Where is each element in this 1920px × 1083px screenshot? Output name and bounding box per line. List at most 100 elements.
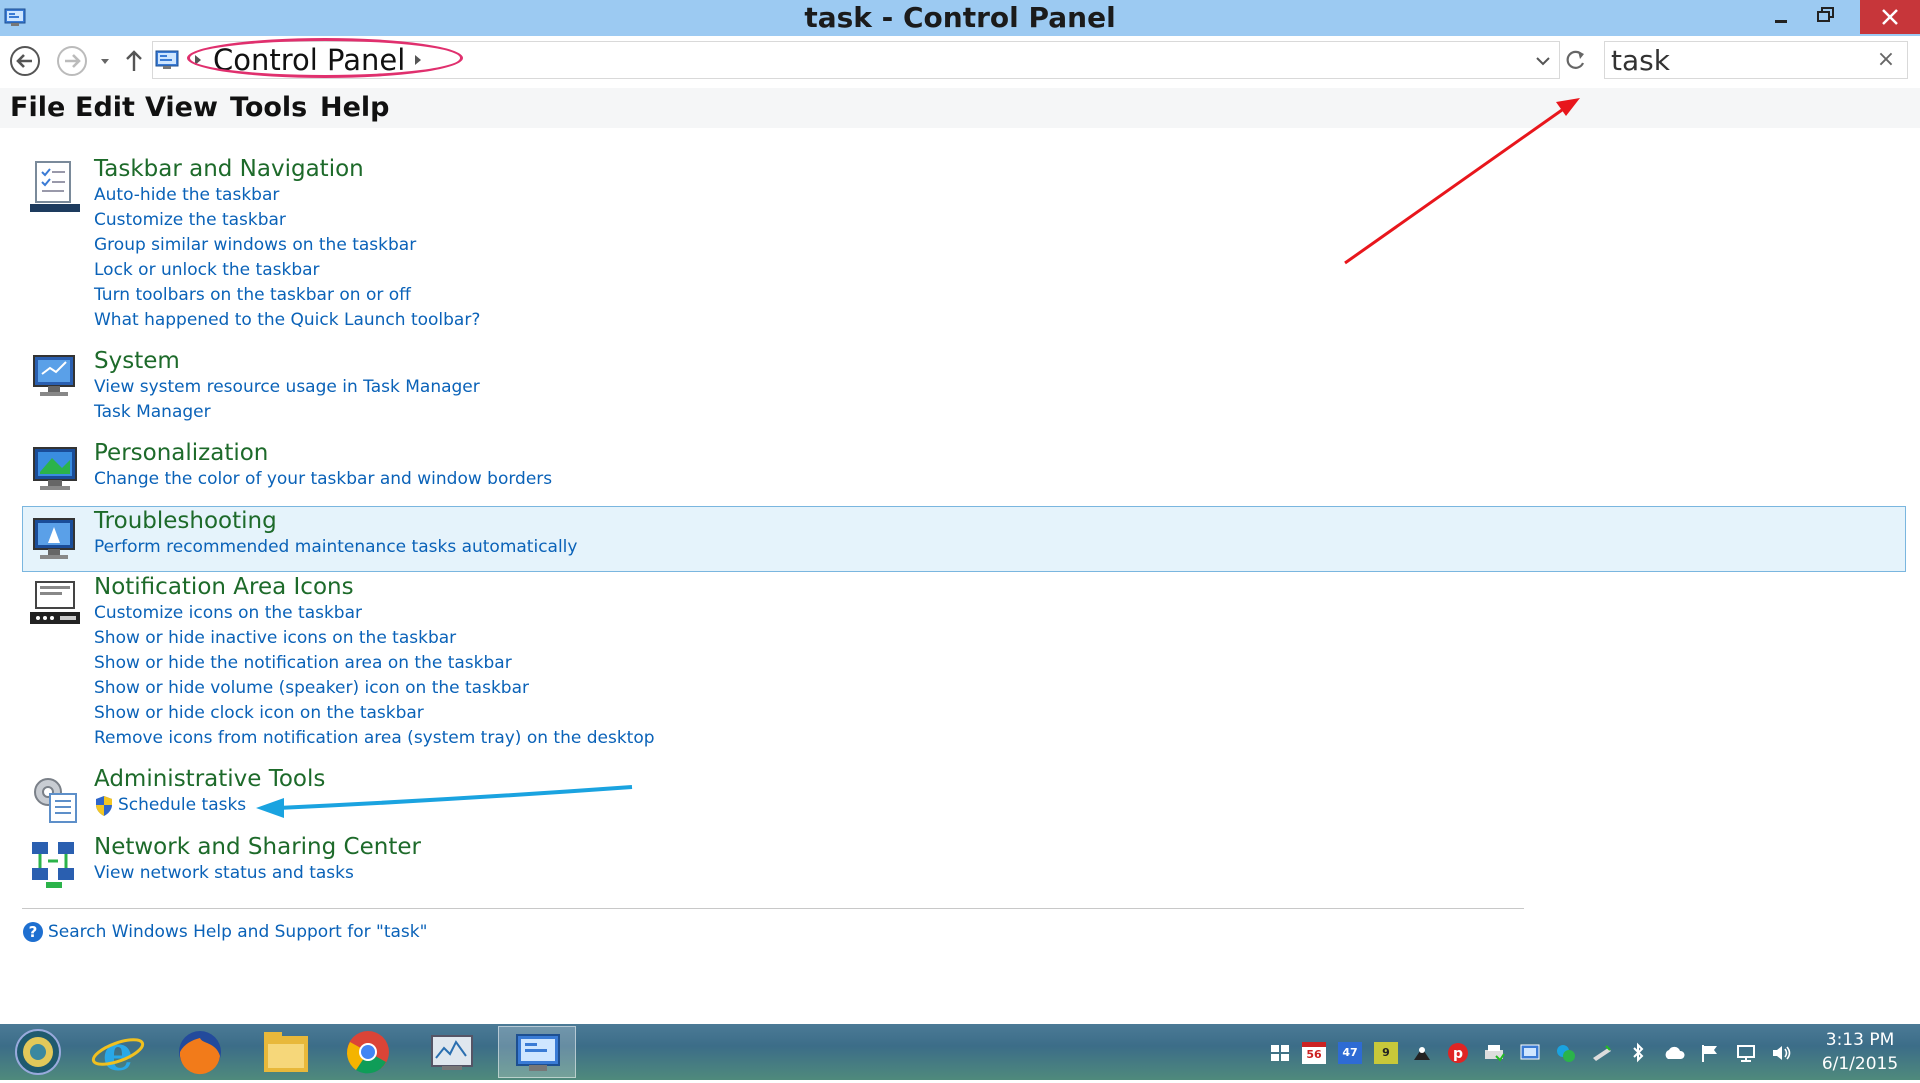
svg-text:p: p	[1453, 1046, 1463, 1062]
close-icon	[1882, 9, 1898, 25]
task-link[interactable]: Auto-hide the taskbar	[94, 185, 279, 205]
result-troubleshooting[interactable]: Troubleshooting Perform recommended main…	[22, 506, 1906, 572]
task-link[interactable]: View system resource usage in Task Manag…	[94, 377, 480, 397]
personalization-icon	[33, 447, 77, 490]
result-notification-area-icons: Notification Area Icons Customize icons …	[22, 574, 1906, 759]
refresh-button[interactable]	[1558, 41, 1594, 79]
network-status-icon[interactable]	[1734, 1042, 1758, 1064]
task-link[interactable]: View network status and tasks	[94, 863, 354, 883]
calendar-badge: 56	[1306, 1048, 1322, 1061]
firefox-icon	[179, 1031, 221, 1075]
task-link[interactable]: Turn toolbars on the taskbar on or off	[94, 285, 411, 305]
calendar-tray-icon[interactable]: 56	[1302, 1042, 1326, 1064]
performance-monitor-icon	[431, 1035, 473, 1070]
counter-tray-icon[interactable]: 9	[1374, 1042, 1398, 1064]
menu-file[interactable]: File	[10, 88, 65, 128]
chrome-icon	[347, 1031, 389, 1074]
taskbar-chrome[interactable]	[334, 1026, 402, 1078]
counter-badge: 9	[1382, 1046, 1390, 1059]
counter-tray-icon[interactable]: 47	[1338, 1042, 1362, 1064]
internet-explorer-icon: e	[91, 1026, 145, 1082]
task-link[interactable]: Customize icons on the taskbar	[94, 603, 362, 623]
result-taskbar-and-navigation: Taskbar and Navigation Auto-hide the tas…	[22, 156, 1906, 341]
task-link[interactable]: Show or hide volume (speaker) icon on th…	[94, 678, 529, 698]
pinterest-tray-icon[interactable]: p	[1446, 1042, 1470, 1064]
search-input[interactable]	[1611, 44, 1861, 76]
printer-tray-icon[interactable]	[1482, 1042, 1506, 1064]
administrative-tools-icon	[34, 778, 77, 823]
bluetooth-icon[interactable]	[1626, 1042, 1650, 1064]
menu-bar: File Edit View Tools Help	[0, 88, 1920, 128]
svg-text:e: e	[103, 1026, 134, 1078]
schedule-tasks-link[interactable]: Schedule tasks	[118, 795, 246, 815]
menu-edit[interactable]: Edit	[75, 88, 135, 128]
cloud-icon[interactable]	[1662, 1042, 1686, 1064]
taskbar-control-panel[interactable]	[498, 1026, 576, 1078]
satellite-tray-icon[interactable]	[1410, 1042, 1434, 1064]
clock-time[interactable]: 3:13 PM	[1810, 1030, 1910, 1050]
svg-text:?: ?	[29, 923, 38, 941]
start-button[interactable]	[4, 1026, 72, 1078]
back-button[interactable]	[8, 44, 42, 78]
pen-tray-icon[interactable]	[1590, 1042, 1614, 1064]
search-box[interactable]: ×	[1604, 41, 1908, 79]
clear-search-icon[interactable]: ×	[1873, 46, 1899, 74]
recent-pages-chevron-down-icon[interactable]	[96, 44, 114, 78]
navigation-bar: Control Panel ×	[0, 36, 1920, 86]
taskbar-icon	[30, 161, 80, 212]
task-link[interactable]: Perform recommended maintenance tasks au…	[94, 537, 577, 557]
address-bar[interactable]: Control Panel	[152, 38, 1560, 79]
address-dropdown-chevron-down-icon[interactable]	[1533, 51, 1553, 71]
troubleshooting-icon	[33, 518, 75, 559]
taskbar-internet-explorer[interactable]: e	[84, 1026, 152, 1082]
result-personalization: Personalization Change the color of your…	[22, 440, 1906, 490]
taskbar-performance-monitor[interactable]	[418, 1026, 486, 1078]
menu-tools[interactable]: Tools	[230, 88, 307, 128]
uac-shield-icon	[96, 796, 112, 816]
windows-flag-tray-icon[interactable]	[1268, 1042, 1292, 1064]
category-title[interactable]: Troubleshooting	[94, 508, 277, 534]
close-button[interactable]	[1860, 0, 1920, 34]
category-title[interactable]: Network and Sharing Center	[94, 834, 421, 860]
control-panel-breadcrumb-icon	[155, 50, 179, 69]
control-panel-icon	[516, 1034, 560, 1071]
up-arrow-icon[interactable]	[120, 44, 148, 78]
result-network-and-sharing-center: Network and Sharing Center View network …	[22, 834, 1906, 889]
title-bar: task - Control Panel	[0, 0, 1920, 36]
category-title[interactable]: System	[94, 348, 180, 374]
task-link[interactable]: Show or hide the notification area on th…	[94, 653, 512, 673]
menu-help[interactable]: Help	[320, 88, 390, 128]
category-title[interactable]: Administrative Tools	[94, 766, 325, 792]
task-link[interactable]: Task Manager	[94, 402, 211, 422]
category-title[interactable]: Notification Area Icons	[94, 574, 354, 600]
menu-view[interactable]: View	[145, 88, 218, 128]
task-link[interactable]: Customize the taskbar	[94, 210, 286, 230]
restore-icon	[1817, 7, 1834, 22]
windows-taskbar: e 56 47 9 p 3:13 PM 6/1/2015	[0, 1024, 1920, 1082]
task-link[interactable]: Remove icons from notification area (sys…	[94, 728, 655, 748]
volume-speaker-icon[interactable]	[1770, 1042, 1794, 1064]
category-title[interactable]: Personalization	[94, 440, 268, 466]
network-monitor-tray-icon[interactable]	[1518, 1042, 1542, 1064]
task-link[interactable]: Show or hide inactive icons on the taskb…	[94, 628, 456, 648]
task-link[interactable]: Lock or unlock the taskbar	[94, 260, 320, 280]
window-title: task - Control Panel	[804, 1, 1116, 34]
action-center-flag-icon[interactable]	[1698, 1042, 1722, 1064]
clock-date[interactable]: 6/1/2015	[1810, 1054, 1910, 1074]
notification-area-icon	[30, 581, 80, 624]
counter-badge: 47	[1342, 1046, 1358, 1059]
taskbar-firefox[interactable]	[166, 1026, 234, 1078]
sync-tray-icon[interactable]	[1554, 1042, 1578, 1064]
taskbar-file-explorer[interactable]	[252, 1026, 320, 1078]
task-link[interactable]: What happened to the Quick Launch toolba…	[94, 310, 480, 330]
restore-button[interactable]	[1800, 0, 1852, 34]
task-link[interactable]: Show or hide clock icon on the taskbar	[94, 703, 424, 723]
forward-button[interactable]	[55, 44, 89, 78]
network-icon	[32, 842, 74, 888]
task-link[interactable]: Change the color of your taskbar and win…	[94, 469, 552, 489]
task-link[interactable]: Group similar windows on the taskbar	[94, 235, 416, 255]
category-title[interactable]: Taskbar and Navigation	[94, 156, 364, 182]
help-question-icon: ?	[23, 922, 43, 942]
breadcrumb-annotation-ellipse	[187, 38, 463, 78]
windows-help-search-link[interactable]: Search Windows Help and Support for "tas…	[48, 922, 427, 942]
